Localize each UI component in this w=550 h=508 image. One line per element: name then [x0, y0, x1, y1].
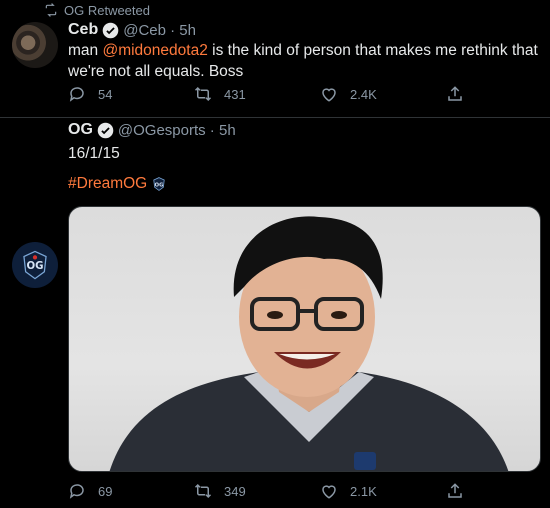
- retweet-icon: [194, 483, 212, 499]
- display-name[interactable]: OG: [68, 121, 93, 139]
- reply-button[interactable]: 69: [68, 482, 194, 500]
- like-count: 2.4K: [350, 86, 377, 102]
- og-logo-icon: OG: [153, 177, 165, 191]
- reply-icon: [69, 484, 84, 499]
- tweet-header: OG @OGesports · 5h: [68, 120, 236, 140]
- retweet-indicator[interactable]: OG Retweeted: [44, 2, 150, 18]
- retweet-button[interactable]: 349: [194, 482, 320, 500]
- og-logo-icon: OG: [23, 250, 47, 280]
- retweet-icon: [45, 3, 57, 17]
- reply-count: 69: [98, 483, 113, 499]
- verified-icon: [97, 122, 114, 138]
- like-icon: [322, 88, 336, 102]
- tweet-text: 16/1/15: [68, 145, 120, 162]
- like-button[interactable]: 2.4K: [320, 85, 446, 103]
- player-portrait: [109, 216, 509, 471]
- handle[interactable]: @OGesports · 5h: [118, 122, 236, 139]
- display-name[interactable]: Ceb: [68, 21, 98, 39]
- retweet-icon: [194, 86, 212, 102]
- tweet-og[interactable]: OG OG @OGesports · 5h 16/1/15 #DreamOG O…: [0, 118, 550, 508]
- text-segment: man: [68, 42, 103, 59]
- share-button[interactable]: [446, 482, 466, 500]
- svg-text:OG: OG: [26, 261, 43, 272]
- like-icon: [322, 485, 336, 499]
- like-button[interactable]: 2.1K: [320, 482, 446, 500]
- retweet-count: 349: [224, 483, 246, 499]
- retweet-button[interactable]: 431: [194, 85, 320, 103]
- tweet-actions: 69 349 2.1K: [68, 482, 468, 500]
- share-icon: [448, 483, 462, 498]
- svg-text:OG: OG: [155, 182, 164, 188]
- tweet-ceb[interactable]: OG Retweeted Ceb @Ceb · 5h man @midonedo…: [0, 0, 550, 118]
- hashtag-line: #DreamOG OG: [68, 175, 167, 193]
- retweet-count: 431: [224, 86, 246, 102]
- handle[interactable]: @Ceb · 5h: [123, 22, 196, 39]
- reply-button[interactable]: 54: [68, 85, 194, 103]
- retweet-label: OG Retweeted: [64, 2, 150, 18]
- share-icon: [448, 86, 462, 101]
- verified-icon: [102, 22, 119, 38]
- share-button[interactable]: [446, 85, 466, 103]
- tweet-text: man @midonedota2 is the kind of person t…: [68, 40, 544, 82]
- tweet-photo[interactable]: [68, 206, 541, 472]
- like-count: 2.1K: [350, 483, 377, 499]
- avatar[interactable]: OG: [12, 242, 58, 288]
- tweet-header: Ceb @Ceb · 5h: [68, 20, 196, 40]
- mention-link[interactable]: @midonedota2: [102, 42, 207, 59]
- hashtag-link[interactable]: #DreamOG: [68, 175, 147, 193]
- avatar[interactable]: [12, 22, 58, 68]
- tweet-actions: 54 431 2.4K: [68, 85, 468, 103]
- reply-count: 54: [98, 86, 113, 102]
- reply-icon: [69, 87, 84, 102]
